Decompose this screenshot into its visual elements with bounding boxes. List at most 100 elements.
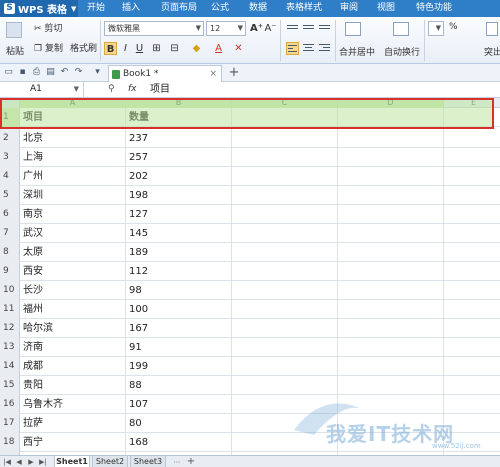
first-sheet-icon[interactable]: |◀ — [2, 456, 12, 467]
cell-city[interactable]: 武汉 — [20, 224, 126, 243]
copy-button[interactable]: ❐ 复制 — [34, 41, 63, 54]
increase-font-icon[interactable]: A⁺ — [250, 22, 263, 35]
auto-wrap-button[interactable]: 自动换行 — [384, 45, 420, 58]
cell-empty[interactable] — [232, 167, 338, 186]
cell-quantity[interactable]: 100 — [126, 300, 232, 319]
tab-page-layout[interactable]: 页面布局 — [158, 0, 200, 17]
cell-quantity[interactable]: 127 — [126, 205, 232, 224]
row-header[interactable]: 13 — [0, 338, 20, 357]
cell-quantity[interactable]: 98 — [126, 281, 232, 300]
print-icon[interactable]: ⎙ — [31, 67, 42, 78]
name-box[interactable]: A1 ▼ — [0, 82, 84, 97]
cell-empty[interactable] — [232, 205, 338, 224]
cell-empty[interactable] — [444, 395, 500, 414]
row-header[interactable]: 17 — [0, 414, 20, 433]
bold-button[interactable]: B — [104, 42, 117, 55]
cell-empty[interactable] — [338, 262, 444, 281]
number-format-select[interactable]: ▼ — [428, 21, 444, 36]
cell-empty[interactable] — [232, 357, 338, 376]
align-bottom-icon[interactable] — [318, 23, 331, 36]
cell-empty[interactable] — [338, 433, 444, 452]
cell-quantity[interactable]: 91 — [126, 338, 232, 357]
app-menu-button[interactable]: S WPS 表格 ▼ — [0, 0, 78, 17]
cell-empty[interactable] — [338, 357, 444, 376]
tab-review[interactable]: 审阅 — [337, 0, 361, 17]
add-sheet-button[interactable]: + — [186, 456, 196, 467]
undo-icon[interactable]: ↶ — [59, 67, 70, 78]
cell-empty[interactable] — [338, 319, 444, 338]
row-header[interactable]: 12 — [0, 319, 20, 338]
cell-city[interactable]: 福州 — [20, 300, 126, 319]
cell-quantity[interactable]: 107 — [126, 395, 232, 414]
cell-empty[interactable] — [338, 186, 444, 205]
cell-city[interactable]: 深圳 — [20, 186, 126, 205]
wrap-text-icon[interactable] — [393, 22, 409, 36]
cell-empty[interactable] — [232, 262, 338, 281]
cell-empty[interactable] — [444, 281, 500, 300]
cell-city[interactable]: 南京 — [20, 205, 126, 224]
cell-quantity[interactable]: 88 — [126, 376, 232, 395]
cell-empty[interactable] — [338, 395, 444, 414]
cell-empty[interactable] — [338, 281, 444, 300]
cell-empty[interactable] — [338, 414, 444, 433]
cell-empty[interactable] — [338, 224, 444, 243]
cell-city[interactable]: 西安 — [20, 262, 126, 281]
cell-empty[interactable] — [232, 433, 338, 452]
cell-empty[interactable] — [232, 376, 338, 395]
cell-empty[interactable] — [444, 148, 500, 167]
cell-empty[interactable] — [338, 167, 444, 186]
save-icon[interactable]: ▪ — [17, 67, 28, 78]
cell-city[interactable]: 长沙 — [20, 281, 126, 300]
cell-empty[interactable] — [444, 376, 500, 395]
last-sheet-icon[interactable]: ▶| — [38, 456, 48, 467]
next-sheet-icon[interactable]: ▶ — [26, 456, 36, 467]
cell-empty[interactable] — [444, 319, 500, 338]
tab-view[interactable]: 视图 — [374, 0, 398, 17]
cell-empty[interactable] — [444, 433, 500, 452]
merge-center-icon[interactable] — [345, 22, 361, 36]
cell-quantity[interactable]: 167 — [126, 319, 232, 338]
cell-empty[interactable] — [444, 129, 500, 148]
underline-button[interactable]: U — [133, 42, 146, 55]
cell-empty[interactable] — [444, 186, 500, 205]
percent-button[interactable]: % — [449, 22, 458, 32]
cell-empty[interactable] — [232, 300, 338, 319]
sheet-tab-1[interactable]: Sheet1 — [54, 456, 90, 467]
cell-empty[interactable] — [444, 414, 500, 433]
row-header[interactable]: 14 — [0, 357, 20, 376]
document-tab[interactable]: Book1 * × — [108, 65, 222, 82]
zoom-icon[interactable]: ⚲ — [108, 82, 115, 97]
tab-insert[interactable]: 插入 — [118, 0, 144, 17]
row-header[interactable]: 9 — [0, 262, 20, 281]
font-name-select[interactable]: 微软雅黑 ▼ — [104, 21, 204, 36]
merge-center-button[interactable]: 合并居中 — [339, 45, 375, 58]
highlight-button[interactable]: 突出 — [484, 45, 500, 58]
cell-empty[interactable] — [444, 357, 500, 376]
cell-city[interactable]: 太原 — [20, 243, 126, 262]
tab-table-styles[interactable]: 表格样式 — [282, 0, 326, 17]
cell-empty[interactable] — [444, 300, 500, 319]
paste-button[interactable]: 粘贴 — [6, 44, 24, 57]
open-folder-icon[interactable]: ▭ — [3, 67, 14, 78]
print-preview-icon[interactable]: ▤ — [45, 67, 56, 78]
cell-empty[interactable] — [232, 148, 338, 167]
cell-empty[interactable] — [232, 414, 338, 433]
cell-empty[interactable] — [232, 281, 338, 300]
tab-formulas[interactable]: 公式 — [208, 0, 232, 17]
paste-icon[interactable] — [6, 22, 22, 38]
cell-empty[interactable] — [232, 224, 338, 243]
cell-city[interactable]: 拉萨 — [20, 414, 126, 433]
cell-empty[interactable] — [232, 338, 338, 357]
fill-color-icon[interactable]: ◆ — [190, 42, 203, 55]
align-right-icon[interactable] — [318, 42, 331, 55]
align-left-icon[interactable] — [286, 42, 299, 55]
cell-quantity[interactable]: 112 — [126, 262, 232, 281]
cell-empty[interactable] — [338, 129, 444, 148]
cell-city[interactable]: 广州 — [20, 167, 126, 186]
row-header[interactable]: 10 — [0, 281, 20, 300]
cell-city[interactable]: 济南 — [20, 338, 126, 357]
cell-empty[interactable] — [232, 319, 338, 338]
clear-format-icon[interactable]: ✕ — [232, 42, 245, 55]
row-header[interactable]: 11 — [0, 300, 20, 319]
cell-empty[interactable] — [444, 224, 500, 243]
